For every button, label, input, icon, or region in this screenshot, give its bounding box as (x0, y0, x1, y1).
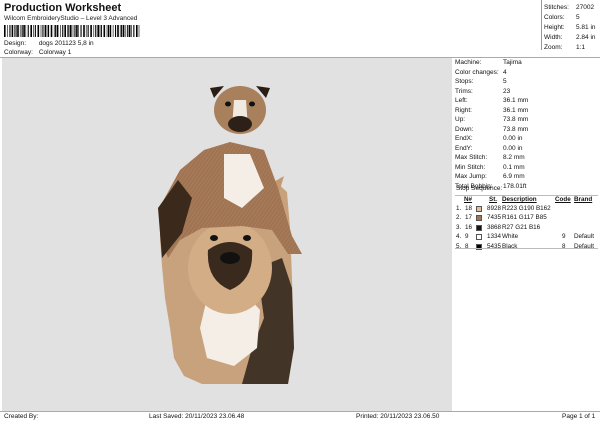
colorway-value: Colorway 1 (38, 49, 72, 56)
info-value: 0.00 in (503, 144, 523, 152)
stat-zoom: Zoom: 1:1 (544, 44, 586, 51)
seq-cell-st: 7435 (487, 214, 502, 222)
info-label: Right: (455, 106, 472, 114)
design-preview (2, 58, 452, 411)
col-st: St. (489, 196, 498, 203)
seq-cell-idx: 1. (456, 205, 462, 212)
info-label: Color changes: (455, 68, 499, 76)
seq-cell-code: 9 (562, 233, 566, 241)
info-value: 6.9 mm (503, 173, 525, 180)
colorway-label: Colorway: (4, 49, 33, 56)
seq-cell-st: 3868 (487, 223, 502, 231)
seq-cell-idx: 4. (456, 233, 462, 241)
seq-cell-desc: R223 G190 B162 (502, 205, 551, 212)
color-swatch (476, 234, 482, 241)
info-value: 36.1 mm (503, 106, 529, 114)
divider (541, 0, 542, 50)
col-code: Code (555, 196, 571, 203)
info-label: Left: (455, 97, 468, 104)
seq-cell-desc: White (502, 233, 519, 241)
info-label: Stops: (455, 78, 474, 85)
info-value: 4 (503, 68, 507, 76)
info-value: 73.8 mm (503, 116, 529, 123)
info-value: 0.1 mm (503, 163, 525, 171)
machine-info-row: Max Stitch: 8.2 mm (455, 153, 598, 163)
machine-info-row: Right: 36.1 mm (455, 106, 598, 116)
machine-info-row: Up: 73.8 mm (455, 115, 598, 125)
seq-cell-num: 16 (465, 223, 473, 231)
seq-cell-idx: 2. (456, 214, 462, 222)
info-label: Max Jump: (455, 173, 487, 180)
divider (0, 411, 600, 412)
machine-info-row: EndX: 0.00 in (455, 134, 598, 144)
info-label: Machine: (455, 59, 482, 66)
created-by: Created By: (4, 413, 39, 420)
software-name: Wilcom EmbroideryStudio – Level 3 Advanc… (4, 15, 138, 22)
stat-height: Height: 5.81 in (544, 24, 596, 31)
machine-info-row: Color changes: 4 (455, 68, 598, 78)
machine-info-row: Trims: 23 (455, 87, 598, 97)
info-label: Down: (455, 125, 474, 133)
color-swatch (476, 206, 482, 212)
info-value: 73.8 mm (503, 125, 529, 133)
page-number: Page 1 of 1 (562, 413, 596, 420)
machine-info-row: Max Jump: 6.9 mm (455, 172, 598, 182)
divider (455, 248, 598, 249)
printed-date: Printed: 20/11/2023 23.06.50 (356, 413, 440, 420)
seq-cell-num: 18 (465, 205, 473, 212)
info-value: 8.2 mm (503, 154, 525, 161)
design-value: dogs 201123 5,8 in (38, 40, 94, 47)
stop-sequence-title: Stop Sequence: (456, 185, 503, 192)
last-saved: Last Saved: 20/11/2023 23.06.48 (149, 413, 245, 420)
info-label: EndX: (455, 135, 473, 142)
machine-info-row: Down: 73.8 mm (455, 125, 598, 135)
color-swatch (476, 215, 482, 222)
machine-info-row: Left: 36.1 mm (455, 96, 598, 106)
info-label: EndY: (455, 144, 473, 152)
info-label: Max Stitch: (455, 154, 488, 161)
seq-cell-brand: Default (574, 233, 594, 241)
barcode (4, 25, 140, 37)
seq-cell-st: 8928 (487, 205, 502, 212)
seq-cell-num: 9 (465, 233, 469, 241)
info-value: 36.1 mm (503, 97, 529, 104)
info-value: 5 (503, 78, 507, 85)
seq-cell-desc: R161 G117 B85 (502, 214, 547, 222)
stop-sequence-table: N# St. Description Code Brand 1. 18 8928 R2… (456, 196, 599, 250)
info-value: Tajima (503, 59, 522, 66)
embroidery-dogs-image (158, 86, 302, 384)
info-label: Min Stitch: (455, 163, 486, 171)
stat-colors: Colors: 5 (544, 14, 580, 21)
stat-width: Width: 2.84 in (544, 34, 596, 41)
col-num: N# (464, 196, 473, 203)
seq-cell-num: 17 (465, 214, 473, 222)
page-title: Production Worksheet (4, 2, 122, 14)
machine-info-row: Machine: Tajima (455, 58, 598, 68)
machine-info-row: EndY: 0.00 in (455, 144, 598, 154)
info-value: 178.01ft (503, 182, 527, 190)
design-label: Design: (4, 40, 27, 47)
top-stats: Stitches: 27002 Colors: 5 Height: 5.81 in W… (544, 3, 596, 53)
color-swatch (476, 224, 482, 231)
col-description: Description (502, 196, 537, 203)
colorway-row: Colorway: Colorway 1 (4, 49, 71, 56)
seq-cell-st: 1334 (487, 233, 502, 241)
seq-cell-idx: 3. (456, 223, 462, 231)
seq-cell-desc: R27 G21 B16 (502, 223, 541, 231)
col-brand: Brand (574, 196, 593, 203)
info-label: Trims: (455, 87, 473, 95)
info-value: 0.00 in (503, 135, 523, 142)
design-row: Design: dogs 201123 5,8 in (4, 40, 94, 47)
info-label: Up: (455, 116, 466, 123)
stat-stitches: Stitches: 27002 (544, 4, 595, 11)
machine-info-row: Stops: 5 (455, 77, 598, 87)
info-value: 23 (503, 87, 511, 95)
machine-info-row: Min Stitch: 0.1 mm (455, 163, 598, 173)
